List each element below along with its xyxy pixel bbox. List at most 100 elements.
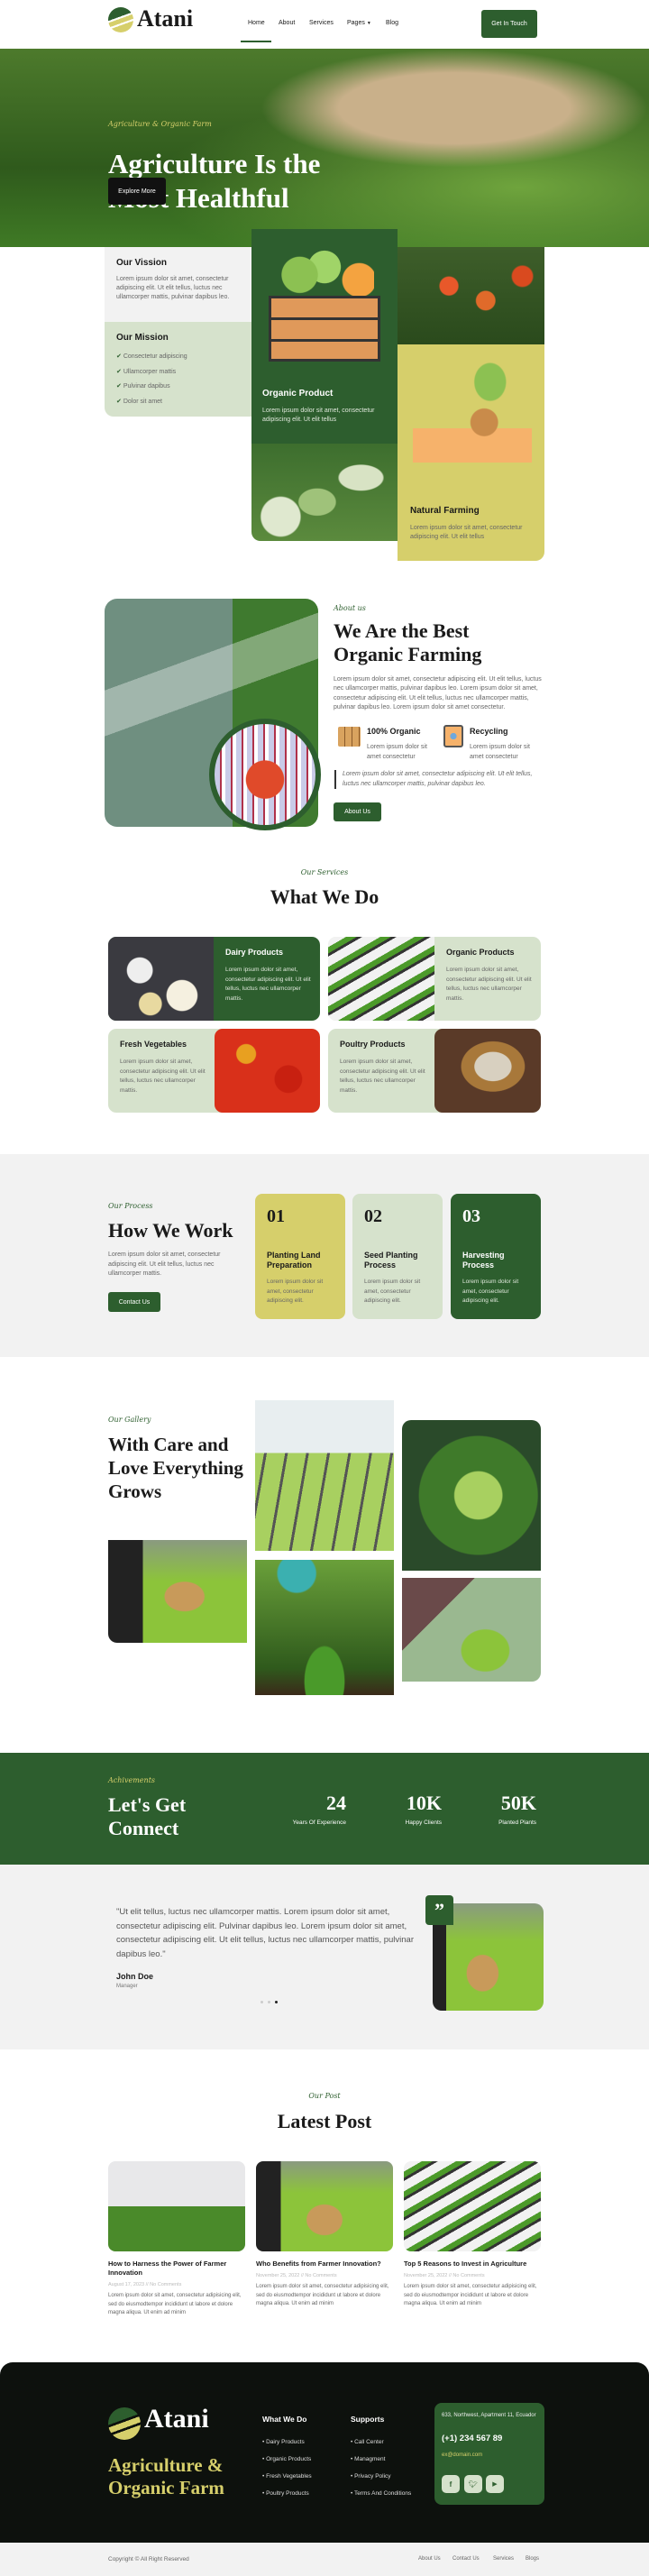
nav-pages-label: Pages [347, 20, 365, 26]
get-in-touch-button[interactable]: Get In Touch [481, 10, 537, 38]
peppers-image [215, 1029, 320, 1113]
services-eyebrow: Our Services [300, 868, 349, 876]
post-meta: November 25, 2022 // No Comments [404, 2273, 485, 2278]
footer-link[interactable]: • Call Center [351, 2434, 411, 2451]
facebook-icon[interactable]: f [442, 2475, 460, 2493]
service-title: Poultry Products [340, 1040, 406, 1049]
carousel-dot[interactable] [268, 2001, 270, 2003]
footer-link[interactable]: • Terms And Conditions [351, 2485, 411, 2502]
post-title[interactable]: Who Benefits from Farmer Innovation? [256, 2260, 393, 2269]
post-image-lettuce-box [256, 2161, 393, 2251]
dairy-image [108, 937, 214, 1021]
nav-item-home[interactable]: Home [248, 20, 265, 26]
footer-link[interactable]: • Poultry Products [262, 2485, 312, 2502]
bottom-link-contact[interactable]: Contact Us [452, 2556, 480, 2562]
bottom-link-blogs[interactable]: Blogs [526, 2556, 539, 2562]
post-title[interactable]: How to Harness the Power of Farmer Innov… [108, 2260, 245, 2278]
footer-col2-title: Supports [351, 2415, 385, 2424]
post-card[interactable]: Top 5 Reasons to Invest in Agriculture N… [404, 2161, 541, 2309]
footer-phone[interactable]: (+1) 234 567 89 [442, 2434, 502, 2443]
logo-icon[interactable] [108, 7, 133, 32]
twitter-icon[interactable]: 🐦︎ [464, 2475, 482, 2493]
footer-col1-list: • Dairy Products • Organic Products • Fr… [262, 2434, 312, 2502]
service-card-poultry[interactable]: Poultry Products Lorem ipsum dolor sit a… [328, 1029, 541, 1113]
check-icon: ✔ [116, 399, 123, 406]
hero-eyebrow: Agriculture & Organic Farm [108, 120, 212, 128]
feature-organic-title: 100% Organic [367, 727, 421, 736]
service-text: Lorem ipsum dolor sit amet, consectetur … [446, 967, 532, 1002]
step-number: 02 [364, 1206, 382, 1226]
footer-tagline: Agriculture & Organic Farm [108, 2454, 224, 2499]
gallery-eyebrow: Our Gallery [108, 1416, 151, 1424]
service-card-dairy[interactable]: Dairy Products Lorem ipsum dolor sit ame… [108, 937, 320, 1021]
stat-clients: 10K Happy Clients [406, 1792, 442, 1826]
nav-item-services[interactable]: Services [309, 20, 334, 26]
nav-item-blog[interactable]: Blog [386, 20, 398, 26]
about-text: Lorem ipsum dolor sit amet, consectetur … [334, 676, 542, 710]
stat-label: Planted Plants [498, 1820, 536, 1826]
step-number: 01 [267, 1206, 285, 1226]
post-excerpt: Lorem ipsum dolor sit amet, consectetur … [108, 2293, 242, 2315]
brand-name[interactable]: Atani [137, 5, 193, 32]
bottom-link-about[interactable]: About Us [418, 2556, 441, 2562]
process-card-2: 02 Seed Planting Process Lorem ipsum dol… [352, 1194, 443, 1319]
post-card[interactable]: How to Harness the Power of Farmer Innov… [108, 2161, 245, 2318]
posts-eyebrow: Our Post [308, 2092, 341, 2100]
service-card-organic[interactable]: Organic Products Lorem ipsum dolor sit a… [328, 937, 541, 1021]
chevron-down-icon: ▼ [366, 21, 371, 26]
contact-us-button[interactable]: Contact Us [108, 1292, 160, 1312]
post-card[interactable]: Who Benefits from Farmer Innovation? Nov… [256, 2161, 393, 2309]
carousel-dot[interactable] [261, 2001, 263, 2003]
achievements-title-line1: Let's Get [108, 1793, 187, 1816]
footer-link[interactable]: • Fresh Vegetables [262, 2468, 312, 2485]
posts-title: Latest Post [277, 2110, 372, 2132]
about-us-button[interactable]: About Us [334, 802, 381, 821]
service-card-vegetables[interactable]: Fresh Vegetables Lorem ipsum dolor sit a… [108, 1029, 320, 1113]
step-title: Harvesting Process [462, 1251, 505, 1270]
about-title-line1: We Are the Best [334, 619, 470, 642]
check-icon: ✔ [116, 368, 123, 375]
nav-item-about[interactable]: About [279, 20, 295, 26]
gallery-image-watering [255, 1560, 394, 1695]
footer-link[interactable]: • Dairy Products [262, 2434, 312, 2451]
vegetables-image [251, 444, 398, 541]
footer-link[interactable]: • Organic Products [262, 2451, 312, 2468]
footer-link[interactable]: • Privacy Policy [351, 2468, 411, 2485]
hero-title-line1: Agriculture Is the [108, 148, 321, 179]
testimonial-name: John Doe [116, 1972, 154, 1981]
post-title[interactable]: Top 5 Reasons to Invest in Agriculture [404, 2260, 541, 2269]
post-image-robots [108, 2161, 245, 2251]
post-meta: November 25, 2022 // No Comments [256, 2273, 337, 2278]
organic-crates-icon [338, 727, 361, 747]
nav-active-underline [241, 41, 271, 42]
footer-col1-title: What We Do [262, 2415, 307, 2424]
vegetable-crate-icon [269, 296, 380, 362]
achievements-title: Let's Get Connect [108, 1793, 186, 1840]
explore-more-button[interactable]: Explore More [108, 178, 166, 205]
footer-brand[interactable]: Atani [144, 2404, 209, 2434]
vision-text: Lorem ipsum dolor sit amet, consectetur … [116, 276, 230, 300]
bottom-link-services[interactable]: Services [493, 2556, 514, 2562]
service-text: Lorem ipsum dolor sit amet, consectetur … [340, 1059, 425, 1094]
footer-link[interactable]: • Managment [351, 2451, 411, 2468]
mission-item: ✔ Dolor sit amet [116, 399, 162, 406]
recycling-bag-icon [443, 725, 463, 747]
youtube-icon[interactable]: ▶ [486, 2475, 504, 2493]
service-title: Organic Products [446, 948, 515, 957]
mission-title: Our Mission [116, 333, 169, 343]
footer-email[interactable]: ex@domain.com [442, 2452, 482, 2458]
stat-label: Happy Clients [405, 1820, 442, 1826]
feature-organic-text: Lorem ipsum dolor sit amet consectetur [367, 744, 427, 760]
gallery-title: With Care and Love Everything Grows [108, 1434, 243, 1502]
copyright: Copyright © All Right Reserved [108, 2556, 189, 2562]
gallery-image-greenhouse-rows [255, 1400, 394, 1551]
nav-item-pages[interactable]: Pages ▼ [347, 20, 371, 26]
bottom-bar [0, 2543, 649, 2576]
natural-farming-title: Natural Farming [410, 506, 480, 516]
process-text: Lorem ipsum dolor sit amet, consectetur … [108, 1251, 221, 1277]
testimonial-role: Manager [116, 1984, 138, 1989]
carousel-dot-active[interactable] [275, 2001, 278, 2003]
gallery-image-cabbage [402, 1420, 541, 1571]
hero-image [0, 49, 649, 247]
mission-item: ✔ Ullamcorper mattis [116, 368, 177, 375]
